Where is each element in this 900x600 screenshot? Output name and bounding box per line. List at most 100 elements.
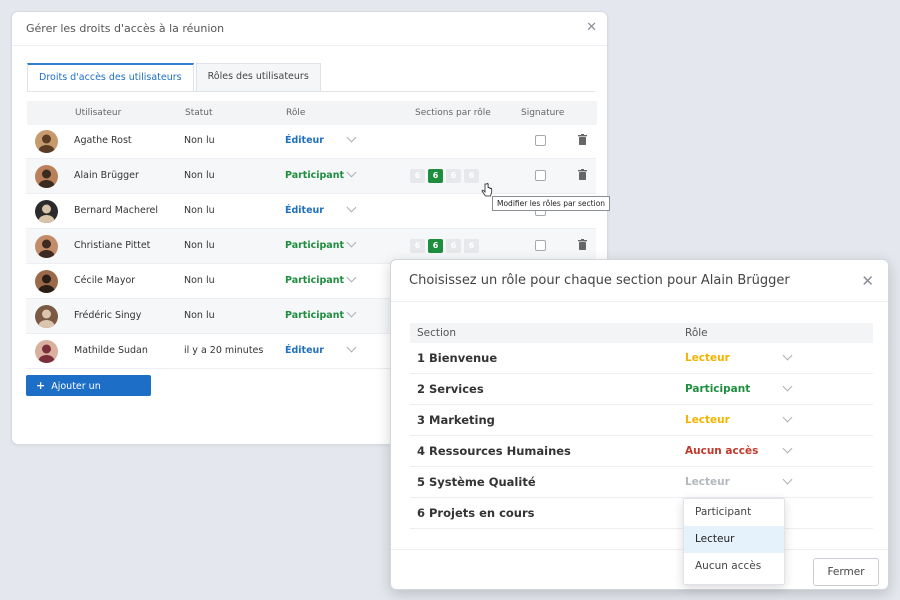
section-badge[interactable]: 6 [410,169,425,183]
user-name: Christiane Pittet [74,240,151,251]
trash-icon[interactable] [578,239,587,250]
chevron-down-icon[interactable] [346,167,357,178]
chevron-down-icon[interactable] [346,342,357,353]
section-row: 3 Marketing Lecteur [410,405,873,436]
chevron-down-icon[interactable] [782,474,793,485]
section-row: 4 Ressources Humaines Aucun accès [410,436,873,467]
chevron-down-icon[interactable] [346,132,357,143]
chevron-down-icon[interactable] [782,412,793,423]
avatar [35,130,58,153]
column-header-section: Section [417,327,457,339]
column-header-user: Utilisateur [75,108,122,118]
section-role-badges[interactable]: 6666 [410,169,479,183]
section-name: 2 Services [417,382,484,396]
column-header-sections: Sections par rôle [415,108,491,118]
add-user-label: Ajouter un utilisateur [36,381,101,413]
user-name: Mathilde Sudan [74,345,148,356]
section-row: 2 Services Participant [410,374,873,405]
section-name: 3 Marketing [417,413,495,427]
dialog-title: Gérer les droits d'accès à la réunion [26,22,225,35]
role-select[interactable]: Participant [285,240,344,251]
section-badge[interactable]: 6 [446,169,461,183]
section-name: 1 Bienvenue [417,351,498,365]
role-select[interactable]: Éditeur [285,135,324,146]
dialog-header: Gérer les droits d'accès à la réunion ✕ [12,12,607,46]
signature-checkbox[interactable] [535,135,546,146]
tabs-divider [27,91,595,92]
dropdown-option-aucun-acces[interactable]: Aucun accès [684,553,784,580]
plus-icon: + [36,379,46,392]
user-status: Non lu [184,310,215,321]
avatar [35,200,58,223]
user-status: il y a 20 minutes [184,345,264,356]
column-header-status: Statut [185,108,213,118]
chevron-down-icon[interactable] [346,237,357,248]
column-header-role: Rôle [685,327,708,339]
avatar [35,340,58,363]
close-icon[interactable]: ✕ [861,272,874,290]
user-name: Cécile Mayor [74,275,136,286]
avatar [35,270,58,293]
section-name: 5 Système Qualité [417,475,536,489]
section-role-select[interactable]: Lecteur [685,352,730,364]
column-header-role: Rôle [286,108,306,118]
section-row: 5 Système Qualité Lecteur [410,467,873,498]
section-badge[interactable]: 6 [464,239,479,253]
user-name: Agathe Rost [74,135,132,146]
dialog-footer-divider [391,549,888,550]
section-badge[interactable]: 6 [410,239,425,253]
section-role-badges[interactable]: 6666 [410,239,479,253]
chevron-down-icon[interactable] [782,381,793,392]
user-status: Non lu [184,240,215,251]
trash-icon[interactable] [578,169,587,180]
tab-user-roles[interactable]: Rôles des utilisateurs [195,63,321,91]
tab-user-access-rights[interactable]: Droits d'accès des utilisateurs [27,63,194,91]
section-badge[interactable]: 6 [464,169,479,183]
close-button[interactable]: Fermer [813,558,879,586]
section-row: 1 Bienvenue Lecteur [410,343,873,374]
section-dialog-title: Choisissez un rôle pour chaque section p… [409,273,790,288]
chevron-down-icon[interactable] [346,202,357,213]
tooltip: Modifier les rôles par section [492,196,611,211]
section-name: 4 Ressources Humaines [417,444,571,458]
section-dialog-header: Choisissez un rôle pour chaque section p… [391,260,888,302]
section-name: 6 Projets en cours [417,506,535,520]
role-select[interactable]: Éditeur [285,205,324,216]
chevron-down-icon[interactable] [346,307,357,318]
table-row[interactable]: Agathe Rost Non lu Éditeur [26,124,596,159]
chevron-down-icon[interactable] [782,350,793,361]
role-select[interactable]: Participant [285,275,344,286]
section-badge[interactable]: 6 [446,239,461,253]
role-select[interactable]: Participant [285,310,344,321]
table-header: Utilisateur Statut Rôle Sections par rôl… [27,101,597,125]
trash-icon[interactable] [578,134,587,145]
signature-checkbox[interactable] [535,170,546,181]
close-icon[interactable]: ✕ [586,20,597,35]
section-role-select[interactable]: Lecteur [685,414,730,426]
section-table-header: Section Rôle [410,323,873,343]
section-row: 6 Projets en cours [410,498,873,529]
avatar [35,305,58,328]
table-row[interactable]: Alain Brügger Non lu Participant 6 6 6 6 [26,159,596,194]
dropdown-option-participant[interactable]: Participant [684,499,784,526]
section-badge[interactable]: 6 [428,169,443,183]
section-badge[interactable]: 6 [428,239,443,253]
signature-checkbox[interactable] [535,240,546,251]
chevron-down-icon[interactable] [346,272,357,283]
user-status: Non lu [184,205,215,216]
user-status: Non lu [184,135,215,146]
user-name: Alain Brügger [74,170,139,181]
user-name: Frédéric Singy [74,310,142,321]
user-name: Bernard Macherel [74,205,159,216]
section-role-select[interactable]: Aucun accès [685,445,758,457]
role-select[interactable]: Participant [285,170,344,181]
section-role-select[interactable]: Lecteur [685,476,730,488]
column-header-signature: Signature [521,108,565,118]
add-user-button[interactable]: + Ajouter un utilisateur [26,375,151,413]
role-select[interactable]: Éditeur [285,345,324,356]
user-status: Non lu [184,275,215,286]
dropdown-option-lecteur[interactable]: Lecteur [684,526,784,553]
section-role-select[interactable]: Participant [685,383,750,395]
avatar [35,165,58,188]
chevron-down-icon[interactable] [782,443,793,454]
